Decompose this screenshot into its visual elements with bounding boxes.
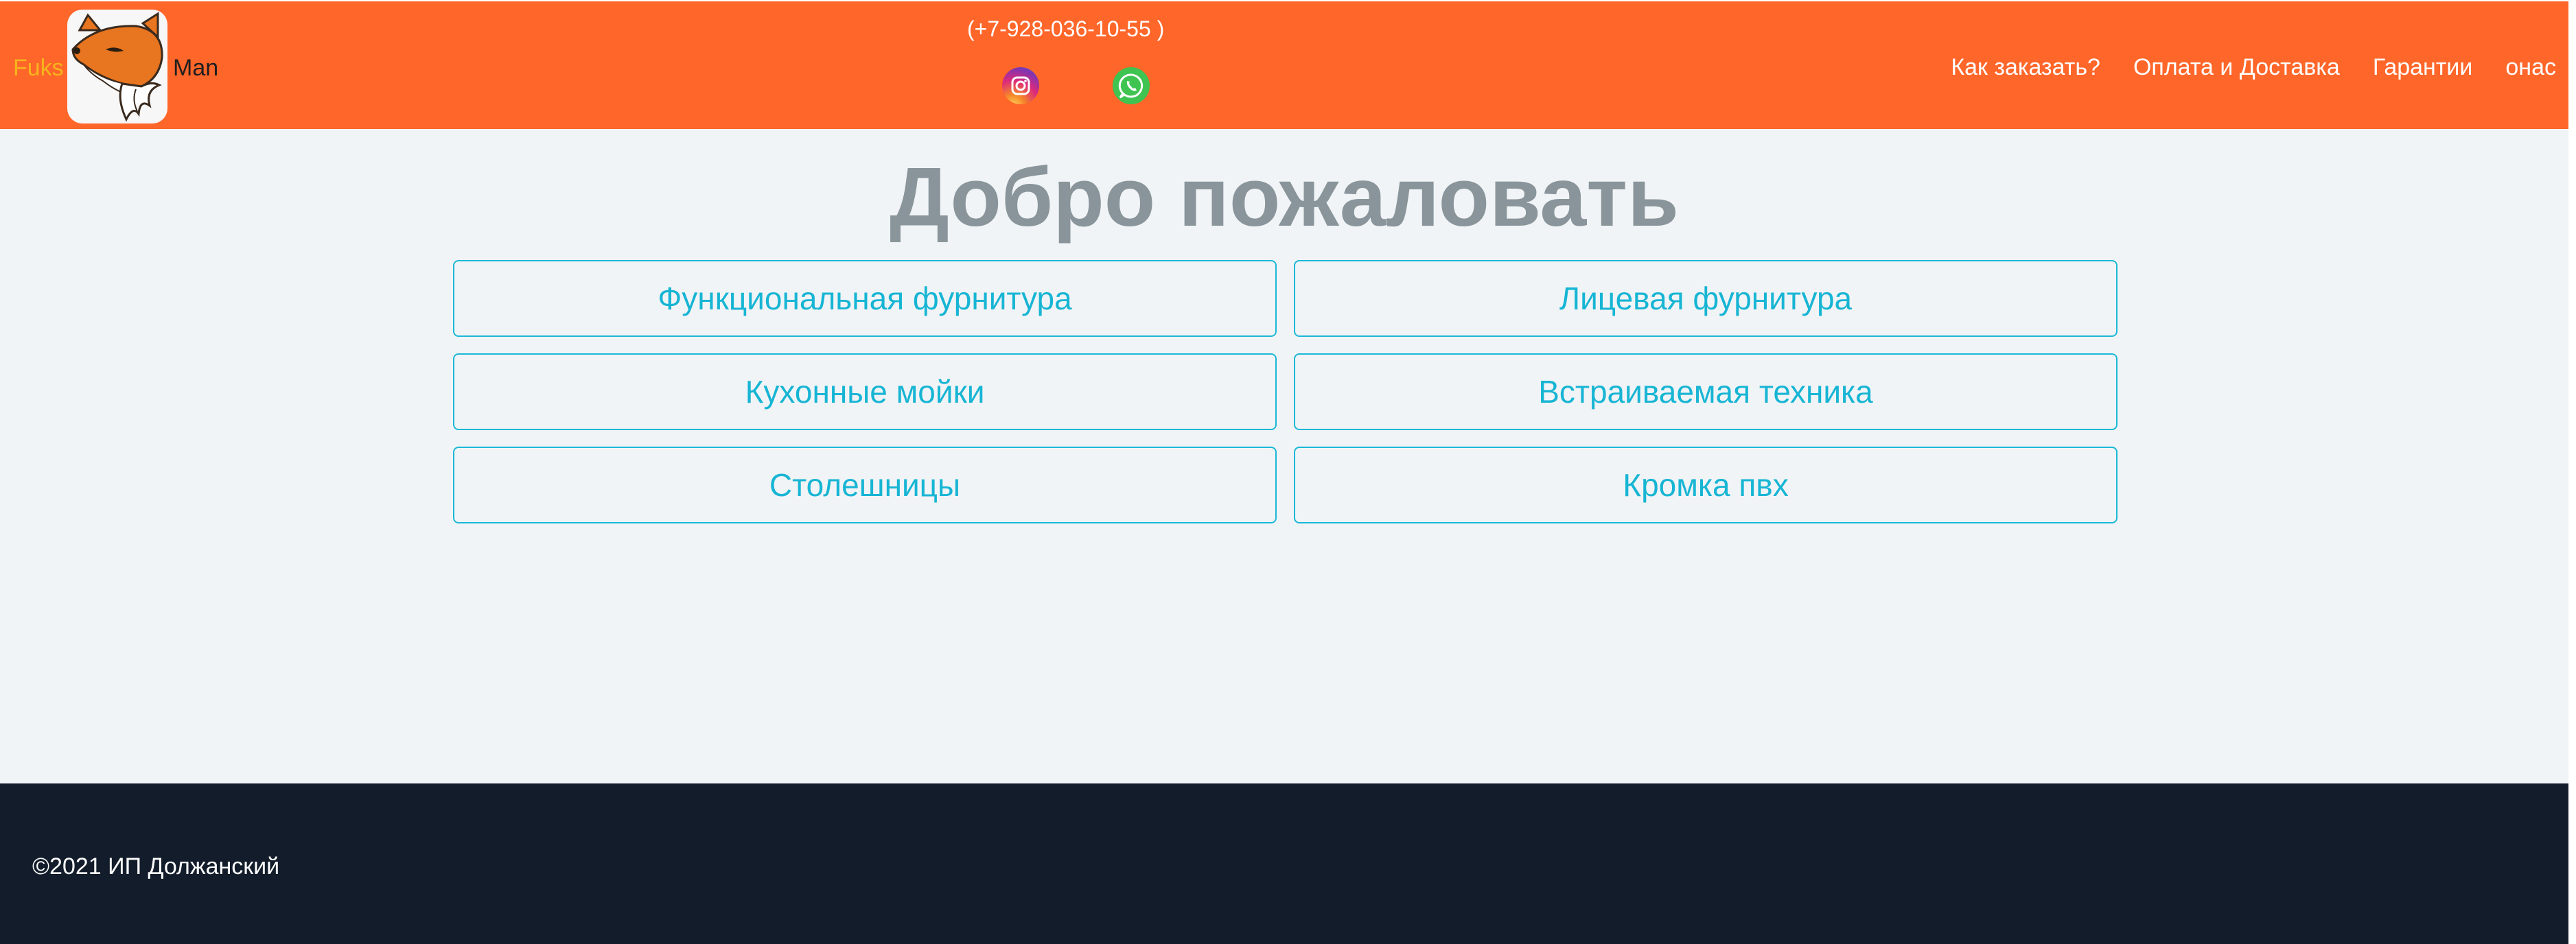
brand-name-man[interactable]: Man <box>173 51 218 84</box>
category-grid: Функциональная фурнитура Лицевая фурниту… <box>453 260 2118 523</box>
category-kitchen-sinks-button[interactable]: Кухонные мойки <box>453 353 1277 430</box>
site-footer: ©2021 ИП Должанский <box>0 783 2568 944</box>
nav-how-to-order[interactable]: Как заказать? <box>1951 49 2100 85</box>
category-countertops-button[interactable]: Столешницы <box>453 447 1277 523</box>
category-functional-hardware-button[interactable]: Функциональная фурнитура <box>453 260 1277 337</box>
nav-about[interactable]: онас <box>2505 49 2556 85</box>
nav-guarantees[interactable]: Гарантии <box>2373 49 2473 85</box>
instagram-icon[interactable] <box>1002 67 1039 104</box>
phone-number[interactable]: (+7-928-036-10-55 ) <box>967 14 1164 44</box>
whatsapp-icon[interactable] <box>1113 67 1150 104</box>
page-title: Добро пожаловать <box>889 150 1680 244</box>
scrollbar-gutter <box>2568 0 2576 944</box>
copyright-text: ©2021 ИП Должанский <box>32 853 280 880</box>
category-built-in-appliances-button[interactable]: Встраиваемая техника <box>1294 353 2117 430</box>
brand-name-fuks[interactable]: Fuks <box>13 51 64 84</box>
category-face-hardware-button[interactable]: Лицевая фурнитура <box>1294 260 2117 337</box>
category-pvc-edge-button[interactable]: Кромка пвх <box>1294 447 2117 523</box>
nav-payment-delivery[interactable]: Оплата и Доставка <box>2133 49 2340 85</box>
site-header: Fuks Man (+7-928-036-10-55 ) Как заказат… <box>0 0 2568 129</box>
page: Fuks Man (+7-928-036-10-55 ) Как заказат… <box>0 0 2576 944</box>
fox-logo-icon[interactable] <box>67 10 167 123</box>
main-nav: Как заказать? Оплата и Доставка Гарантии… <box>1951 49 2556 85</box>
